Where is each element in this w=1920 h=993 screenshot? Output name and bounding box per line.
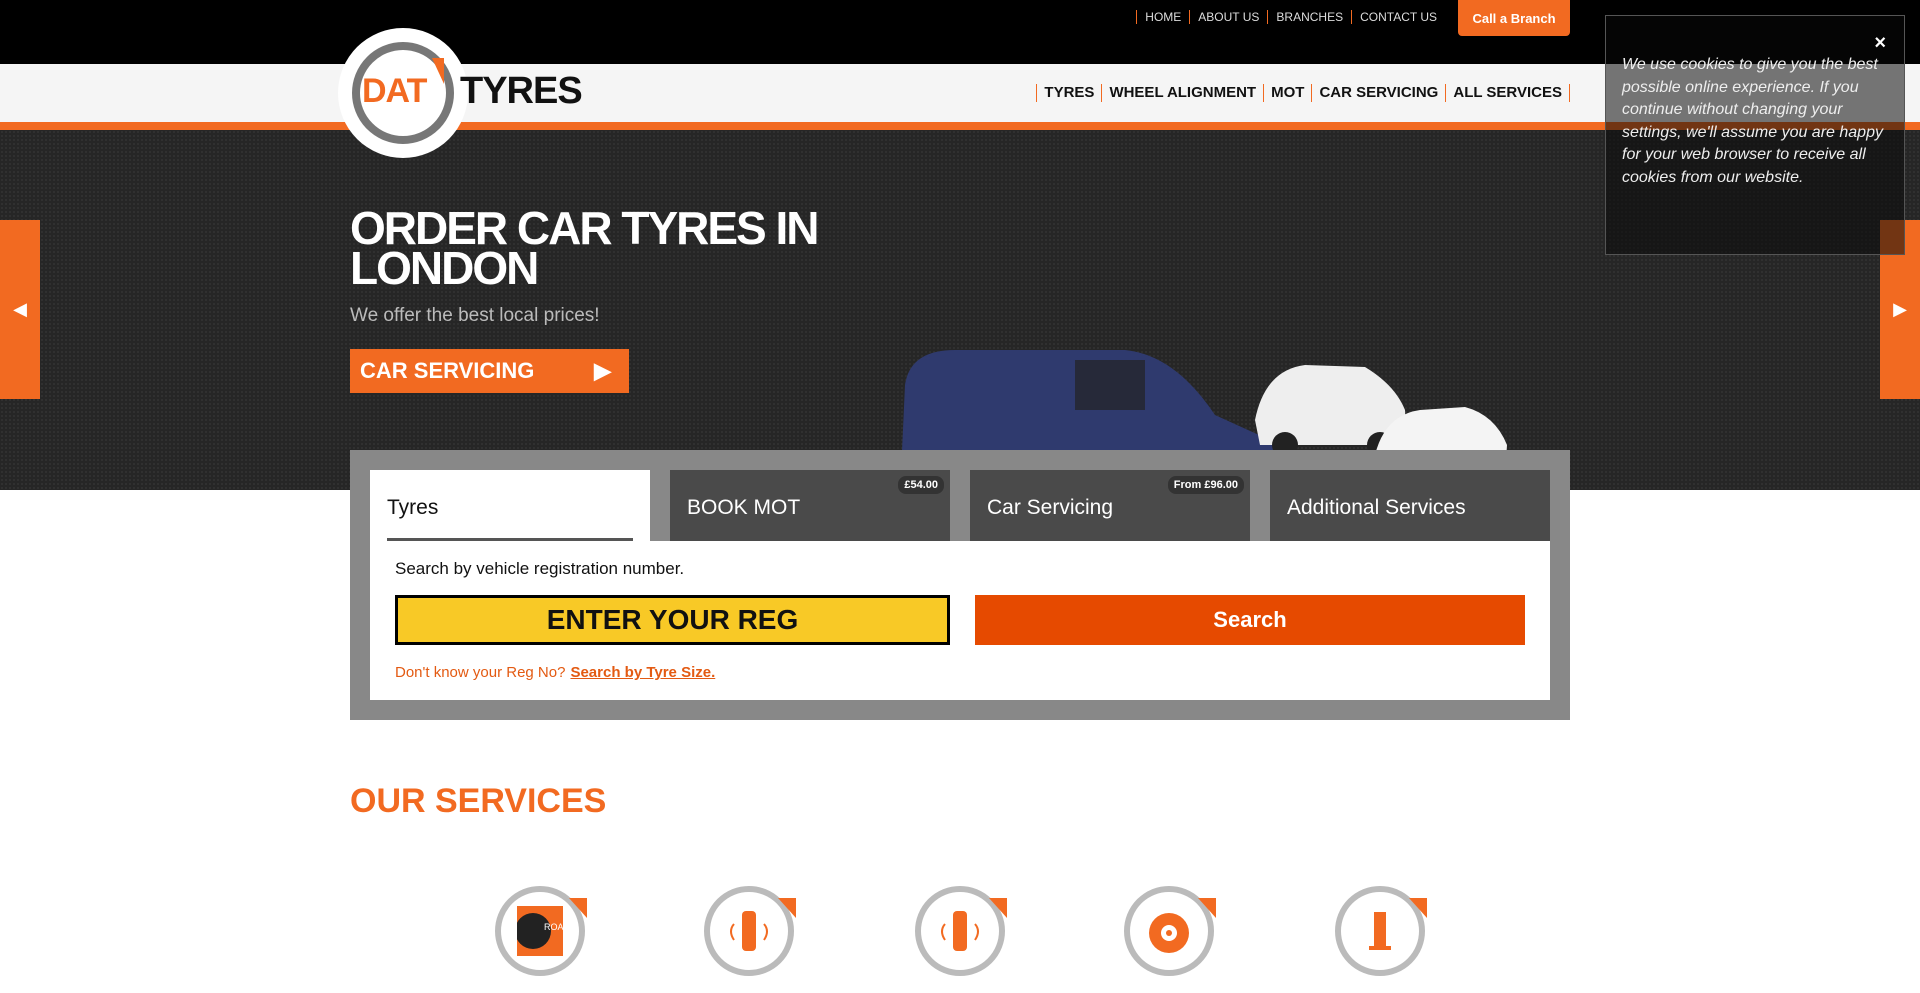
search-panel: Search by vehicle registration number. E…: [370, 541, 1550, 700]
svg-text:ROAD: ROAD: [544, 922, 563, 932]
price-badge: From £96.00: [1167, 476, 1244, 494]
close-icon[interactable]: ×: [1874, 32, 1886, 55]
car-servicing-button[interactable]: CAR SERVICING ▶: [350, 349, 629, 393]
hero-subtitle: We offer the best local prices!: [350, 305, 600, 326]
tab-car-servicing[interactable]: Car Servicing From £96.00: [970, 470, 1250, 541]
services-title: OUR SERVICES: [350, 782, 607, 820]
tab-additional-services[interactable]: Additional Services: [1270, 470, 1550, 541]
logo-text: DAT: [362, 72, 427, 110]
cookie-text: We use cookies to give you the best poss…: [1622, 56, 1883, 186]
arrow-left-icon: ◀: [13, 299, 27, 319]
tab-label: BOOK MOT: [687, 496, 801, 519]
nav-all-services[interactable]: ALL SERVICES: [1445, 84, 1570, 102]
tab-label: Tyres: [387, 496, 439, 519]
cookie-notice: × We use cookies to give you the best po…: [1605, 15, 1905, 255]
search-label: Search by vehicle registration number.: [395, 559, 685, 578]
wheel-alignment-icon[interactable]: [915, 886, 1007, 976]
nav-car-servicing[interactable]: CAR SERVICING: [1311, 84, 1445, 102]
reg-input[interactable]: ENTER YOUR REG: [395, 595, 950, 645]
tab-label: Car Servicing: [987, 496, 1114, 519]
arrow-right-icon: ▶: [1893, 299, 1907, 319]
search-widget: Tyres BOOK MOT £54.00 Car Servicing From £…: [350, 450, 1570, 720]
tab-tyres[interactable]: Tyres: [370, 470, 650, 541]
hero-title: ORDER CAR TYRES IN LONDON: [350, 202, 819, 294]
main-nav: TYRES WHEEL ALIGNMENT MOT CAR SERVICING …: [1036, 84, 1570, 102]
top-link-about[interactable]: ABOUT US: [1189, 10, 1267, 24]
tab-label: Additional Services: [1287, 496, 1466, 519]
logo-arrow-icon: [432, 58, 444, 84]
top-link-contact[interactable]: CONTACT US: [1351, 10, 1445, 24]
road-hero-tyre-icon[interactable]: ROAD: [495, 886, 587, 976]
brake-disc-icon[interactable]: [1124, 886, 1216, 976]
price-badge: £54.00: [898, 476, 944, 494]
button-label: CAR SERVICING: [360, 358, 535, 383]
play-icon: ▶: [594, 358, 611, 383]
search-button[interactable]: Search: [975, 595, 1525, 645]
slider-prev-button[interactable]: ◀: [0, 220, 40, 399]
nav-tyres[interactable]: TYRES: [1036, 84, 1101, 102]
tyre-rotation-icon[interactable]: [704, 886, 796, 976]
logo[interactable]: DAT: [338, 28, 468, 158]
nav-mot[interactable]: MOT: [1263, 84, 1311, 102]
tab-book-mot[interactable]: BOOK MOT £54.00: [670, 470, 950, 541]
exhaust-icon[interactable]: [1335, 886, 1427, 976]
call-branch-button[interactable]: Call a Branch: [1458, 0, 1570, 36]
top-link-home[interactable]: HOME: [1136, 10, 1189, 24]
search-by-tyre-size-link[interactable]: Search by Tyre Size.: [570, 664, 715, 681]
logo-text-tyres: TYRES: [460, 70, 583, 112]
top-link-branches[interactable]: BRANCHES: [1267, 10, 1351, 24]
hint-text: Don't know your Reg No?: [395, 664, 566, 681]
nav-wheel-alignment[interactable]: WHEEL ALIGNMENT: [1101, 84, 1263, 102]
top-links: HOME ABOUT US BRANCHES CONTACT US: [1136, 10, 1445, 24]
reg-hint: Don't know your Reg No? Search by Tyre Si…: [395, 664, 715, 681]
